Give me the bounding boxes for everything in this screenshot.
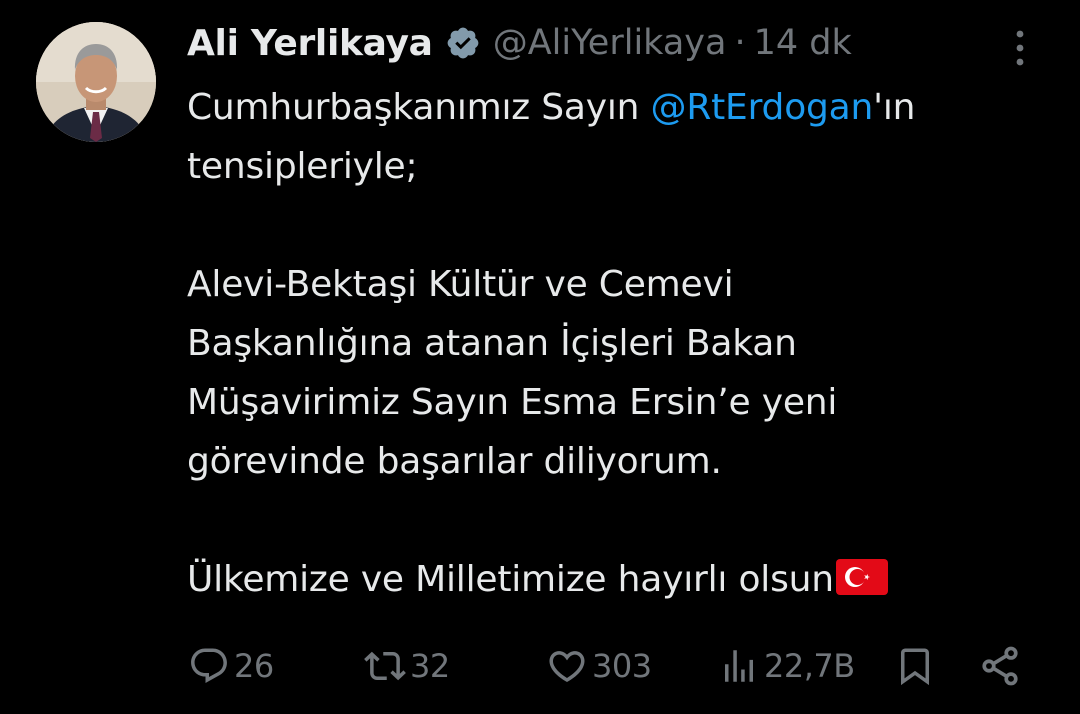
views-button[interactable]: 22,7B [718, 636, 855, 696]
separator: · [734, 23, 746, 63]
more-icon[interactable] [1010, 28, 1030, 68]
like-icon [546, 645, 588, 687]
retweet-count: 32 [410, 647, 450, 685]
display-name[interactable]: Ali Yerlikaya [187, 23, 433, 64]
views-count: 22,7B [764, 647, 855, 685]
timestamp[interactable]: 14 dk [754, 23, 852, 63]
action-bar: 26 32 303 22,7B [188, 636, 1028, 696]
tweet-line: Ülkemize ve Milletimize hayırlı olsun [187, 550, 1047, 609]
retweet-button[interactable]: 32 [364, 636, 450, 696]
turkey-flag-icon [835, 554, 888, 595]
retweet-icon [364, 645, 406, 687]
share-icon [978, 644, 1022, 688]
tweet-line: Alevi-Bektaşi Kültür ve Cemevi [187, 264, 734, 305]
reply-count: 26 [234, 647, 274, 685]
views-icon [718, 645, 760, 687]
text-segment: Ülkemize ve Milletimize hayırlı olsun [187, 559, 834, 600]
mention-link[interactable]: @RtErdogan [651, 87, 874, 128]
tweet-text: Cumhurbaşkanımız Sayın @RtErdogan'ın ten… [187, 78, 1047, 609]
tweet[interactable]: Ali Yerlikaya @AliYerlikaya · 14 dk Cumh… [0, 0, 1080, 714]
bookmark-button[interactable] [894, 636, 936, 696]
share-button[interactable] [978, 636, 1022, 696]
tweet-line: Cumhurbaşkanımız Sayın @RtErdogan'ın [187, 78, 1047, 137]
tweet-line: Müşavirimiz Sayın Esma Ersin’e yeni [187, 382, 838, 423]
reply-icon [188, 645, 230, 687]
bookmark-icon [894, 645, 936, 687]
avatar[interactable] [36, 22, 156, 142]
tweet-line: görevinde başarılar diliyorum. [187, 441, 722, 482]
text-segment: Cumhurbaşkanımız Sayın [187, 87, 651, 128]
text-segment: 'ın [873, 87, 916, 128]
like-button[interactable]: 303 [546, 636, 652, 696]
tweet-header: Ali Yerlikaya @AliYerlikaya · 14 dk [187, 18, 852, 68]
reply-button[interactable]: 26 [188, 636, 274, 696]
verified-badge-icon[interactable] [445, 25, 481, 61]
tweet-line: Başkanlığına atanan İçişleri Bakan [187, 323, 797, 364]
like-count: 303 [592, 647, 652, 685]
handle[interactable]: @AliYerlikaya [493, 23, 727, 63]
tweet-line: tensipleriyle; [187, 146, 418, 187]
